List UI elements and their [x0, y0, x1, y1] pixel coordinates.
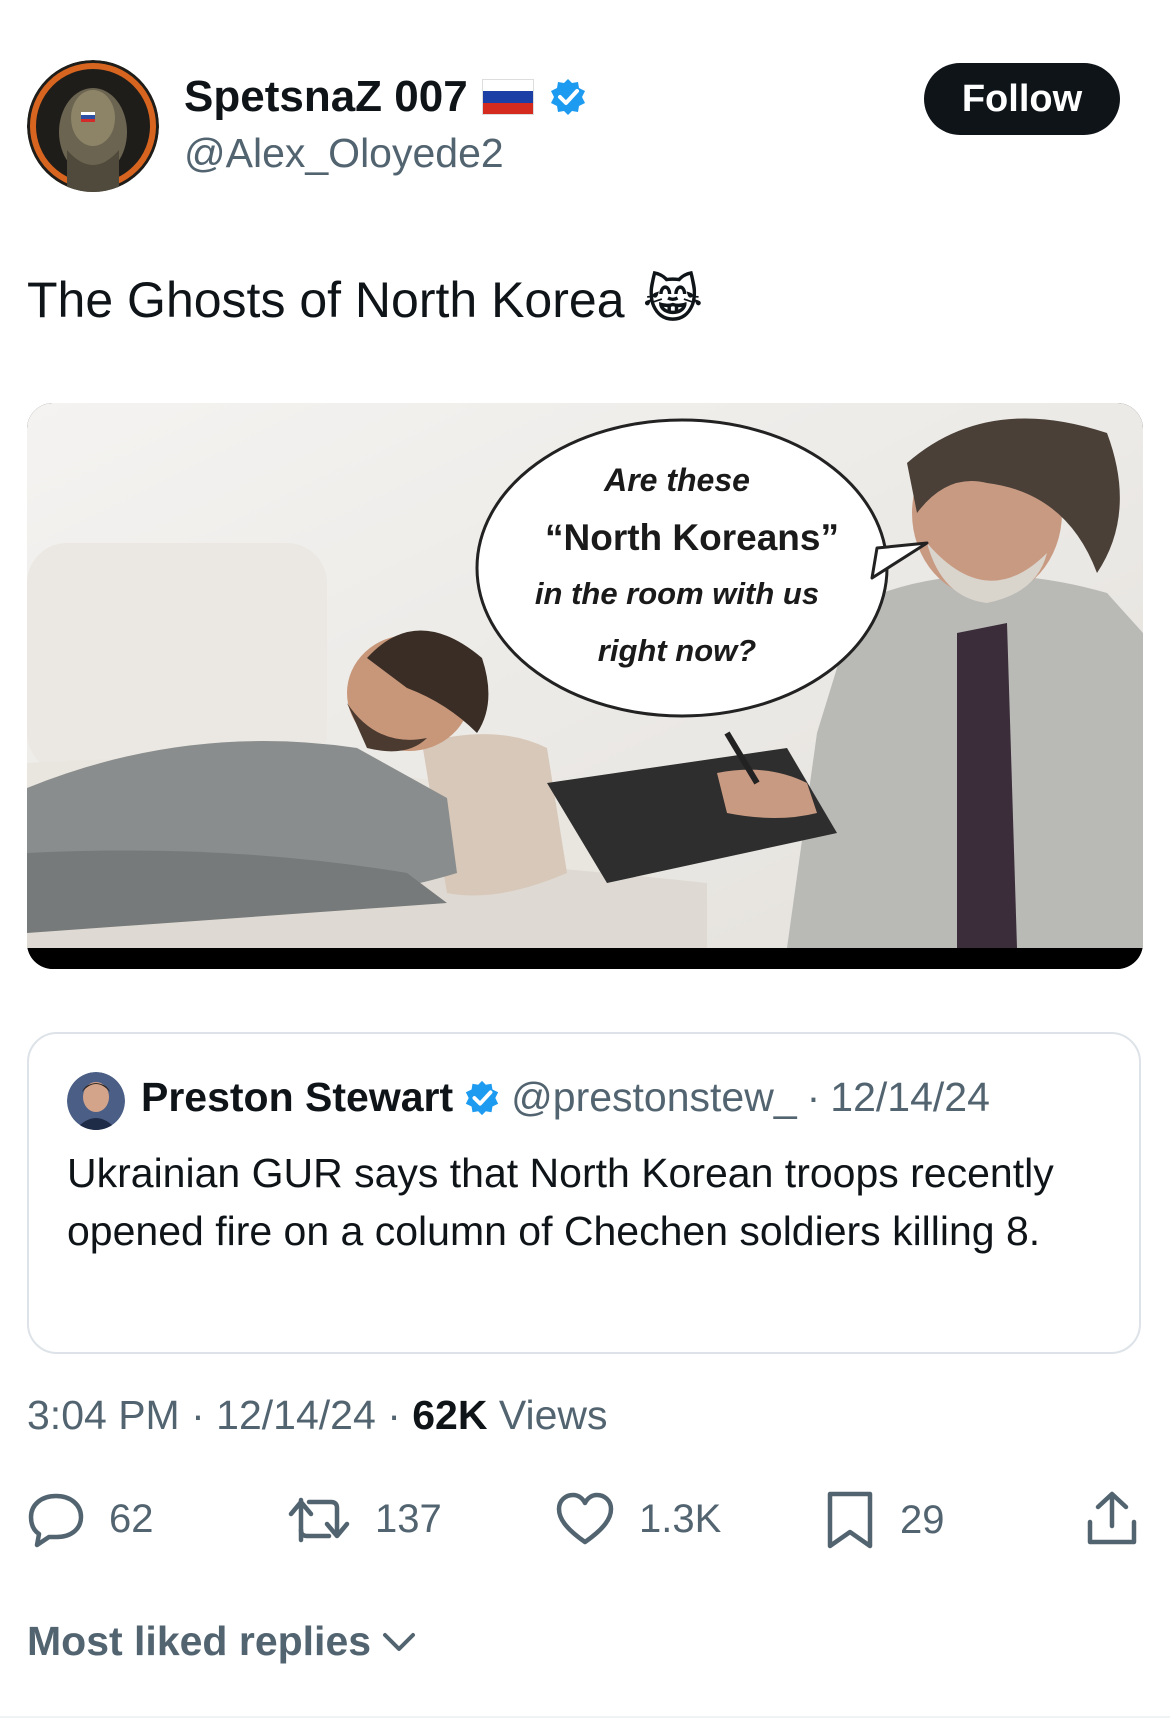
chevron-down-icon [383, 1632, 416, 1651]
author-avatar[interactable] [27, 60, 159, 192]
reply-count: 62 [109, 1496, 154, 1541]
meta-separator-2: · [387, 1392, 401, 1438]
quoted-tweet[interactable]: Preston Stewart @prestonstew_ · 12/14/24… [27, 1032, 1141, 1354]
share-button[interactable] [1084, 1490, 1140, 1548]
heart-icon [556, 1492, 614, 1545]
reply-icon [28, 1493, 84, 1548]
like-count: 1.3K [639, 1496, 722, 1541]
tweet-body: The Ghosts of North Korea [27, 272, 625, 328]
tweet-meta: 3:04 PM · 12/14/24 · 62K Views [27, 1392, 608, 1439]
quoted-author-avatar[interactable] [67, 1072, 125, 1130]
like-button[interactable]: 1.3K [555, 1490, 721, 1548]
share-icon [1087, 1491, 1137, 1545]
bubble-line-1: Are these [603, 462, 750, 498]
repost-icon [288, 1497, 350, 1543]
views-label: Views [498, 1392, 608, 1438]
quoted-header: Preston Stewart @prestonstew_ · 12/14/24 [141, 1074, 990, 1121]
tweet-image[interactable]: Are these “North Koreans” in the room wi… [27, 403, 1143, 969]
bubble-line-4: right now? [598, 633, 756, 668]
bookmark-button[interactable]: 29 [824, 1490, 945, 1550]
tweet-text: The Ghosts of North Korea 😹 [27, 270, 703, 330]
quoted-separator: · [806, 1074, 821, 1120]
repost-button[interactable]: 137 [287, 1490, 442, 1548]
replies-sort-label: Most liked replies [27, 1618, 372, 1664]
author-name-row[interactable]: SpetsnaZ 007 [184, 72, 588, 122]
bookmark-icon [827, 1491, 873, 1549]
follow-button[interactable]: Follow [924, 63, 1120, 135]
quoted-author-name[interactable]: Preston Stewart [141, 1074, 453, 1121]
quoted-author-handle[interactable]: @prestonstew_ [511, 1074, 796, 1121]
tweet-emoji: 😹 [642, 271, 704, 329]
quoted-date[interactable]: 12/14/24 [830, 1074, 990, 1121]
bookmark-count: 29 [900, 1497, 945, 1542]
bubble-line-2: “North Koreans” [545, 517, 839, 558]
bubble-line-3: in the room with us [535, 576, 819, 611]
views-count: 62K [412, 1392, 488, 1438]
reply-button[interactable]: 62 [27, 1490, 154, 1548]
quoted-text: Ukrainian GUR says that North Korean tro… [67, 1150, 1054, 1254]
action-bar: 62 137 1.3K 29 [0, 1490, 1170, 1550]
tweet-date[interactable]: 12/14/24 [216, 1392, 376, 1438]
russia-flag-icon [481, 79, 534, 115]
author-handle[interactable]: @Alex_Oloyede2 [184, 130, 504, 177]
tweet-time[interactable]: 3:04 PM [27, 1392, 180, 1438]
replies-sort-dropdown[interactable]: Most liked replies [27, 1618, 417, 1665]
divider [0, 1716, 1170, 1718]
author-display-name[interactable]: SpetsnaZ 007 [184, 72, 468, 122]
repost-count: 137 [375, 1496, 442, 1541]
verified-badge-icon [466, 1080, 499, 1115]
meta-separator-1: · [191, 1392, 205, 1438]
verified-badge-icon [550, 79, 585, 115]
